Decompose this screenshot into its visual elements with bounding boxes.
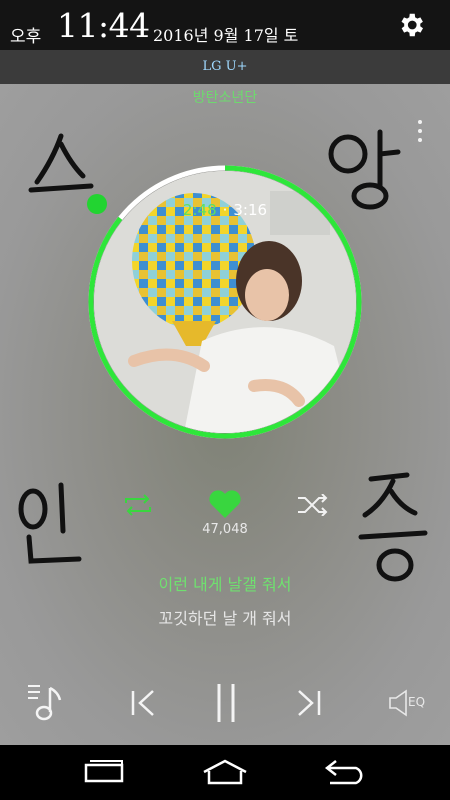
clock-time: 11:44 xyxy=(57,6,150,45)
carrier-bar: LG U+ xyxy=(0,50,450,84)
ampm-label: 오후 xyxy=(10,27,42,47)
more-vert-icon[interactable] xyxy=(412,120,428,150)
eq-label: EQ xyxy=(408,695,426,709)
album-disc[interactable]: 2:48 · 3:16 xyxy=(87,164,363,440)
skip-next-icon[interactable] xyxy=(294,688,324,718)
lyric-current: 이런 내게 날갤 줘서 xyxy=(158,575,292,594)
lockscreen-status-bar: 오후 11:44 2016년 9월 17일 토 xyxy=(0,0,450,50)
music-player: 방탄소년단 2:48 · 3:16 47,048 이런 내게 날갤 줘서 꼬깃하… xyxy=(0,84,450,745)
progress-ring[interactable] xyxy=(87,164,363,440)
handwritten-doodle-top-left xyxy=(28,133,94,193)
back-icon[interactable] xyxy=(322,757,370,787)
pause-icon[interactable] xyxy=(212,682,240,724)
artist-name[interactable]: 방탄소년단 xyxy=(0,87,450,107)
lyric-next: 꼬깃하던 날 개 줘서 xyxy=(158,609,292,628)
equalizer-icon[interactable]: EQ xyxy=(388,688,434,718)
recents-icon[interactable] xyxy=(80,757,126,787)
date-label: 2016년 9월 17일 토 xyxy=(153,26,299,45)
navigation-bar xyxy=(0,745,450,800)
carrier-label: LG U+ xyxy=(202,59,248,74)
skip-previous-icon[interactable] xyxy=(128,688,158,718)
handwritten-doodle-bottom-left xyxy=(18,482,82,564)
shuffle-icon[interactable] xyxy=(296,494,330,516)
speaker-icon xyxy=(389,689,407,717)
playlist-icon[interactable] xyxy=(26,682,66,722)
repeat-icon[interactable] xyxy=(120,494,156,516)
home-icon[interactable] xyxy=(200,757,250,787)
like-count: 47,048 xyxy=(202,522,248,537)
gear-icon[interactable] xyxy=(396,10,426,40)
heart-icon[interactable] xyxy=(208,489,242,519)
